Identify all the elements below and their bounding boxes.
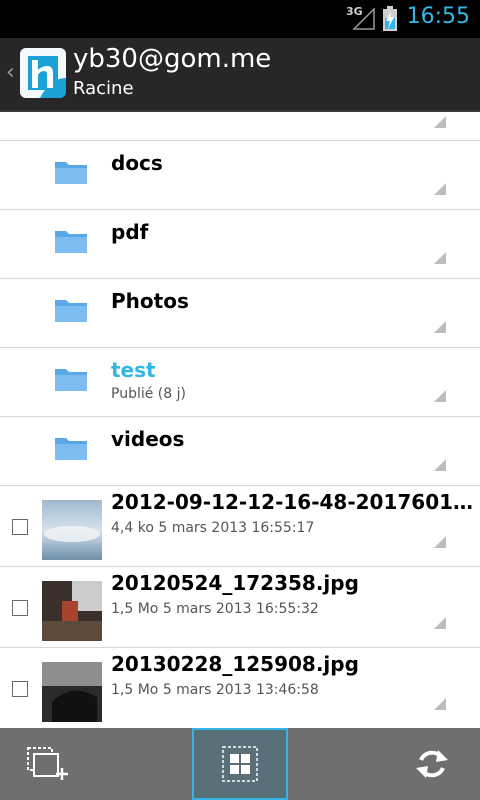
file-row[interactable]: 20120524_172358.jpg 1,5 Mo 5 mars 2013 1… (0, 567, 480, 648)
grid-icon (222, 746, 258, 782)
status-bar: 3G 16:55 (0, 0, 480, 38)
folder-row-photos[interactable]: Photos (0, 279, 480, 348)
refresh-button[interactable] (384, 728, 480, 800)
folder-icon (55, 369, 87, 391)
file-size: 1,5 Mo (111, 601, 159, 617)
signal-icon (352, 8, 375, 30)
context-menu-icon[interactable] (434, 116, 446, 128)
folder-icon (55, 162, 87, 184)
folder-name: docs (111, 151, 163, 175)
context-menu-icon[interactable] (434, 183, 446, 195)
folder-name: pdf (111, 220, 149, 244)
folder-status: Publié (8 j) (111, 386, 186, 402)
app-logo[interactable] (20, 48, 66, 98)
folder-row-docs[interactable]: docs (0, 141, 480, 210)
folder-row-test[interactable]: test Publié (8 j) (0, 348, 480, 417)
folder-row-videos[interactable]: videos (0, 417, 480, 486)
context-menu-icon[interactable] (434, 536, 446, 548)
file-row[interactable]: 2012-09-12-12-16-48-20176013... 4,4 ko 5… (0, 486, 480, 567)
context-menu-icon[interactable] (434, 459, 446, 471)
context-menu-icon[interactable] (434, 617, 446, 629)
context-menu-icon[interactable] (434, 390, 446, 402)
select-checkbox[interactable] (12, 681, 28, 697)
file-size: 4,4 ko (111, 520, 154, 536)
folder-icon (55, 231, 87, 253)
folder-icon (55, 438, 87, 460)
add-selection-icon (27, 747, 68, 780)
current-folder: Racine (73, 78, 134, 99)
file-details: 4,4 ko 5 mars 2013 16:55:17 (111, 520, 314, 536)
file-name: 20120524_172358.jpg (111, 571, 359, 595)
file-name: 20130228_125908.jpg (111, 652, 359, 676)
folder-row-pdf[interactable]: pdf (0, 210, 480, 279)
grid-view-button[interactable] (192, 728, 288, 800)
file-details: 1,5 Mo 5 mars 2013 16:55:32 (111, 601, 319, 617)
folder-name: videos (111, 427, 185, 451)
file-date: 5 mars 2013 16:55:32 (162, 601, 319, 617)
file-date: 5 mars 2013 13:46:58 (162, 682, 319, 698)
list-item[interactable] (0, 112, 480, 141)
battery-icon (383, 6, 397, 31)
file-size: 1,5 Mo (111, 682, 159, 698)
clock: 16:55 (406, 4, 470, 29)
file-name: 2012-09-12-12-16-48-20176013... (111, 490, 477, 514)
file-thumbnail (42, 581, 102, 641)
bottom-toolbar (0, 728, 480, 800)
refresh-icon (416, 750, 448, 778)
select-checkbox[interactable] (12, 519, 28, 535)
folder-name: test (111, 358, 156, 382)
chevron-left-icon[interactable]: ‹ (6, 60, 15, 85)
folder-name: Photos (111, 289, 189, 313)
file-date: 5 mars 2013 16:55:17 (158, 520, 315, 536)
folder-icon (55, 300, 87, 322)
context-menu-icon[interactable] (434, 698, 446, 710)
context-menu-icon[interactable] (434, 252, 446, 264)
file-thumbnail (42, 500, 102, 560)
select-checkbox[interactable] (12, 600, 28, 616)
action-bar: ‹ yb30@gom.me Racine (0, 38, 480, 112)
file-row[interactable]: 20130228_125908.jpg 1,5 Mo 5 mars 2013 1… (0, 648, 480, 728)
account-title: yb30@gom.me (73, 44, 272, 74)
app-logo-icon (20, 48, 66, 98)
file-details: 1,5 Mo 5 mars 2013 13:46:58 (111, 682, 319, 698)
select-multiple-button[interactable] (0, 728, 96, 800)
file-list[interactable]: docs pdf Photos test Publié (8 j) videos… (0, 112, 480, 728)
context-menu-icon[interactable] (434, 321, 446, 333)
file-thumbnail (42, 662, 102, 722)
